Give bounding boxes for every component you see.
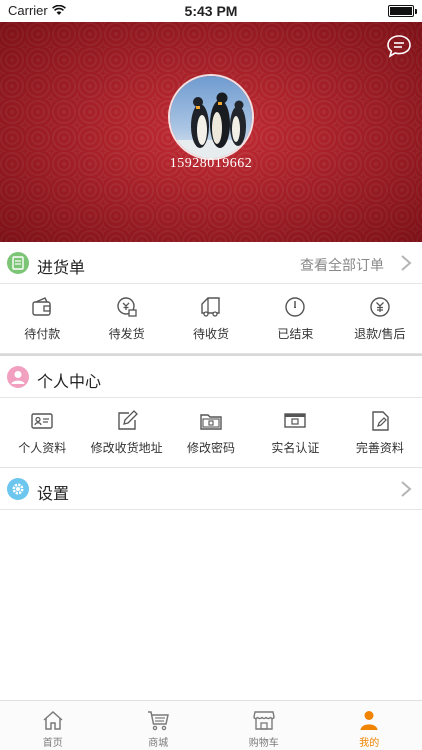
real-name-verification[interactable]: 实名认证: [253, 398, 337, 467]
avatar[interactable]: [168, 74, 254, 160]
status-bar: Carrier 5:43 PM: [0, 0, 422, 22]
personal-center-header: 个人中心: [0, 356, 422, 398]
edit-address-label: 修改收货地址: [90, 441, 163, 455]
tab-mall-label: 商城: [148, 738, 169, 749]
edit-address[interactable]: 修改收货地址: [84, 398, 168, 467]
person-circle-icon: [7, 366, 29, 388]
change-password-label: 修改密码: [187, 441, 236, 455]
cart-icon: [148, 711, 170, 731]
tab-mine-label: 我的: [359, 738, 380, 749]
phone-number: 15928019662: [169, 156, 253, 171]
edit-icon: [117, 410, 138, 430]
tab-mine[interactable]: 我的: [317, 701, 422, 750]
shipping-box-icon: [116, 297, 137, 317]
home-icon: [43, 710, 63, 730]
order-completed[interactable]: 已结束: [253, 284, 337, 353]
certificate-icon: [284, 413, 307, 428]
complete-profile-label: 完善资料: [355, 441, 404, 455]
order-refund[interactable]: 退款/售后: [338, 284, 422, 353]
chevron-right-icon: [401, 255, 412, 271]
order-pending-receipt-label: 待收货: [193, 327, 230, 341]
settings-title: 设置: [37, 486, 70, 503]
tab-mall[interactable]: 商城: [106, 701, 212, 750]
tab-home[interactable]: 首页: [0, 701, 106, 750]
penguins-photo: [170, 76, 252, 158]
order-pending-payment-label: 待付款: [24, 327, 61, 341]
profile-header: 15928019662: [0, 22, 422, 242]
orders-title: 进货单: [37, 260, 86, 277]
clock-icon: [285, 297, 306, 317]
wallet-icon: [32, 297, 51, 316]
chevron-right-icon: [401, 481, 412, 497]
orders-grid: 待付款 待发货 待收货 已结束 退款/售后: [0, 284, 422, 354]
tab-cart[interactable]: 购物车: [211, 701, 317, 750]
tab-home-label: 首页: [42, 738, 63, 749]
delivery-truck-icon: [201, 297, 220, 317]
personal-center-title: 个人中心: [37, 374, 102, 391]
profile-info[interactable]: 个人资料: [0, 398, 84, 467]
person-icon: [360, 711, 378, 730]
order-pending-shipment-label: 待发货: [108, 327, 145, 341]
settings-row[interactable]: 设置: [0, 468, 422, 510]
refund-icon: [370, 297, 390, 317]
order-pending-shipment[interactable]: 待发货: [84, 284, 168, 353]
profile-info-label: 个人资料: [18, 441, 67, 455]
change-password[interactable]: 修改密码: [169, 398, 253, 467]
document-edit-icon: [372, 411, 389, 431]
complete-profile[interactable]: 完善资料: [338, 398, 422, 467]
gear-icon: [7, 478, 29, 500]
order-pending-payment[interactable]: 待付款: [0, 284, 84, 353]
tab-cart-label: 购物车: [248, 738, 279, 749]
personal-grid: 个人资料 修改收货地址 修改密码 实名认证 完善资料: [0, 398, 422, 468]
orders-icon: [7, 252, 29, 274]
folder-lock-icon: [200, 414, 222, 430]
message-icon[interactable]: [386, 34, 412, 58]
order-pending-receipt[interactable]: 待收货: [169, 284, 253, 353]
id-card-icon: [31, 413, 53, 429]
battery-icon: [388, 5, 417, 17]
real-name-verification-label: 实名认证: [271, 441, 320, 455]
tab-bar: 首页 商城 购物车 我的: [0, 700, 422, 750]
orders-header[interactable]: 进货单 查看全部订单: [0, 242, 422, 284]
view-all-orders-link[interactable]: 查看全部订单: [300, 255, 384, 275]
order-completed-label: 已结束: [277, 327, 314, 341]
store-icon: [253, 711, 275, 730]
order-refund-label: 退款/售后: [354, 327, 406, 341]
clock: 5:43 PM: [184, 3, 238, 19]
